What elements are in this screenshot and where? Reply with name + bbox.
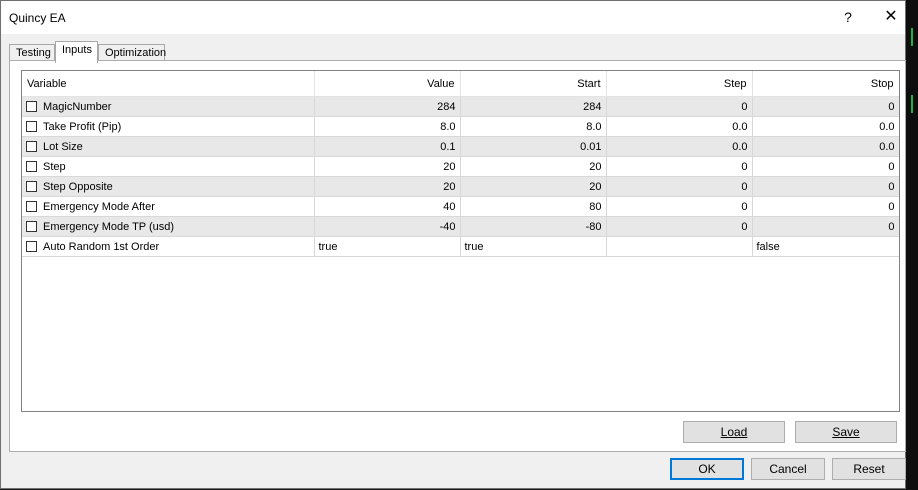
optimize-checkbox[interactable]: [26, 100, 37, 112]
variable-name: Step: [43, 160, 66, 173]
start-cell[interactable]: 8.0: [460, 116, 607, 137]
reset-button[interactable]: Reset: [832, 458, 906, 480]
start-cell[interactable]: 80: [460, 196, 607, 217]
value-cell[interactable]: true: [314, 236, 461, 257]
table-header-row: Variable Value Start Step Stop: [22, 71, 899, 97]
stop-cell[interactable]: 0: [752, 96, 899, 117]
table-row[interactable]: MagicNumber 284 284 0 0: [22, 96, 899, 117]
stop-cell[interactable]: 0: [752, 176, 899, 197]
cancel-button[interactable]: Cancel: [751, 458, 825, 480]
step-cell[interactable]: 0.0: [606, 136, 753, 157]
variable-name: MagicNumber: [43, 100, 112, 113]
save-button[interactable]: Save: [795, 421, 897, 443]
value-cell[interactable]: -40: [314, 216, 461, 237]
optimize-checkbox[interactable]: [26, 200, 37, 212]
ok-button[interactable]: OK: [670, 458, 744, 480]
stop-cell[interactable]: 0: [752, 156, 899, 177]
inputs-panel: Variable Value Start Step Stop MagicNumb…: [9, 60, 906, 452]
stop-cell[interactable]: 0.0: [752, 136, 899, 157]
step-cell[interactable]: 0: [606, 196, 753, 217]
inputs-table: Variable Value Start Step Stop MagicNumb…: [22, 71, 899, 257]
stop-cell[interactable]: 0: [752, 196, 899, 217]
step-cell[interactable]: 0.0: [606, 116, 753, 137]
column-header-stop[interactable]: Stop: [752, 71, 899, 97]
value-cell[interactable]: 0.1: [314, 136, 461, 157]
value-cell[interactable]: 8.0: [314, 116, 461, 137]
variable-name: Step Opposite: [43, 180, 113, 193]
save-button-label: Save: [832, 425, 860, 439]
value-cell[interactable]: 284: [314, 96, 461, 117]
value-cell[interactable]: 20: [314, 176, 461, 197]
step-cell[interactable]: 0: [606, 176, 753, 197]
optimize-checkbox[interactable]: [26, 180, 37, 192]
stop-cell[interactable]: 0: [752, 216, 899, 237]
start-cell[interactable]: 20: [460, 176, 607, 197]
variable-name: Emergency Mode TP (usd): [43, 220, 175, 233]
table-row[interactable]: Lot Size 0.1 0.01 0.0 0.0: [22, 136, 899, 157]
step-cell[interactable]: 0: [606, 216, 753, 237]
optimize-checkbox[interactable]: [26, 140, 37, 152]
column-header-start[interactable]: Start: [460, 71, 607, 97]
table-row[interactable]: Step 20 20 0 0: [22, 156, 899, 177]
table-row[interactable]: Auto Random 1st Order true true false: [22, 236, 899, 257]
optimize-checkbox[interactable]: [26, 220, 37, 232]
background-window-strip: [906, 0, 918, 490]
stop-cell[interactable]: false: [752, 236, 899, 257]
variable-name: Auto Random 1st Order: [43, 240, 160, 253]
load-button[interactable]: Load: [683, 421, 785, 443]
dialog-window: Quincy EA ? ✕ Testing Inputs Optimizatio…: [0, 0, 906, 489]
step-cell[interactable]: [606, 236, 753, 257]
load-button-label: Load: [720, 425, 748, 439]
column-header-value[interactable]: Value: [314, 71, 461, 97]
start-cell[interactable]: 284: [460, 96, 607, 117]
variable-name: Lot Size: [43, 140, 83, 153]
table-row[interactable]: Take Profit (Pip) 8.0 8.0 0.0 0.0: [22, 116, 899, 137]
column-header-variable[interactable]: Variable: [22, 71, 315, 97]
value-cell[interactable]: 20: [314, 156, 461, 177]
title-bar: Quincy EA ? ✕: [1, 1, 905, 34]
step-cell[interactable]: 0: [606, 156, 753, 177]
window-title: Quincy EA: [9, 11, 66, 25]
start-cell[interactable]: -80: [460, 216, 607, 237]
optimize-checkbox[interactable]: [26, 160, 37, 172]
start-cell[interactable]: 20: [460, 156, 607, 177]
table-row[interactable]: Step Opposite 20 20 0 0: [22, 176, 899, 197]
variable-name: Emergency Mode After: [43, 200, 155, 213]
stop-cell[interactable]: 0.0: [752, 116, 899, 137]
close-button[interactable]: ✕: [871, 3, 911, 31]
variable-name: Take Profit (Pip): [43, 120, 122, 133]
table-row[interactable]: Emergency Mode After 40 80 0 0: [22, 196, 899, 217]
inputs-grid: Variable Value Start Step Stop MagicNumb…: [21, 70, 900, 412]
optimize-checkbox[interactable]: [26, 120, 37, 132]
column-header-step[interactable]: Step: [606, 71, 753, 97]
step-cell[interactable]: 0: [606, 96, 753, 117]
table-row[interactable]: Emergency Mode TP (usd) -40 -80 0 0: [22, 216, 899, 237]
help-button[interactable]: ?: [837, 6, 859, 28]
start-cell[interactable]: 0.01: [460, 136, 607, 157]
start-cell[interactable]: true: [460, 236, 607, 257]
value-cell[interactable]: 40: [314, 196, 461, 217]
tab-inputs[interactable]: Inputs: [55, 41, 98, 63]
optimize-checkbox[interactable]: [26, 240, 37, 252]
